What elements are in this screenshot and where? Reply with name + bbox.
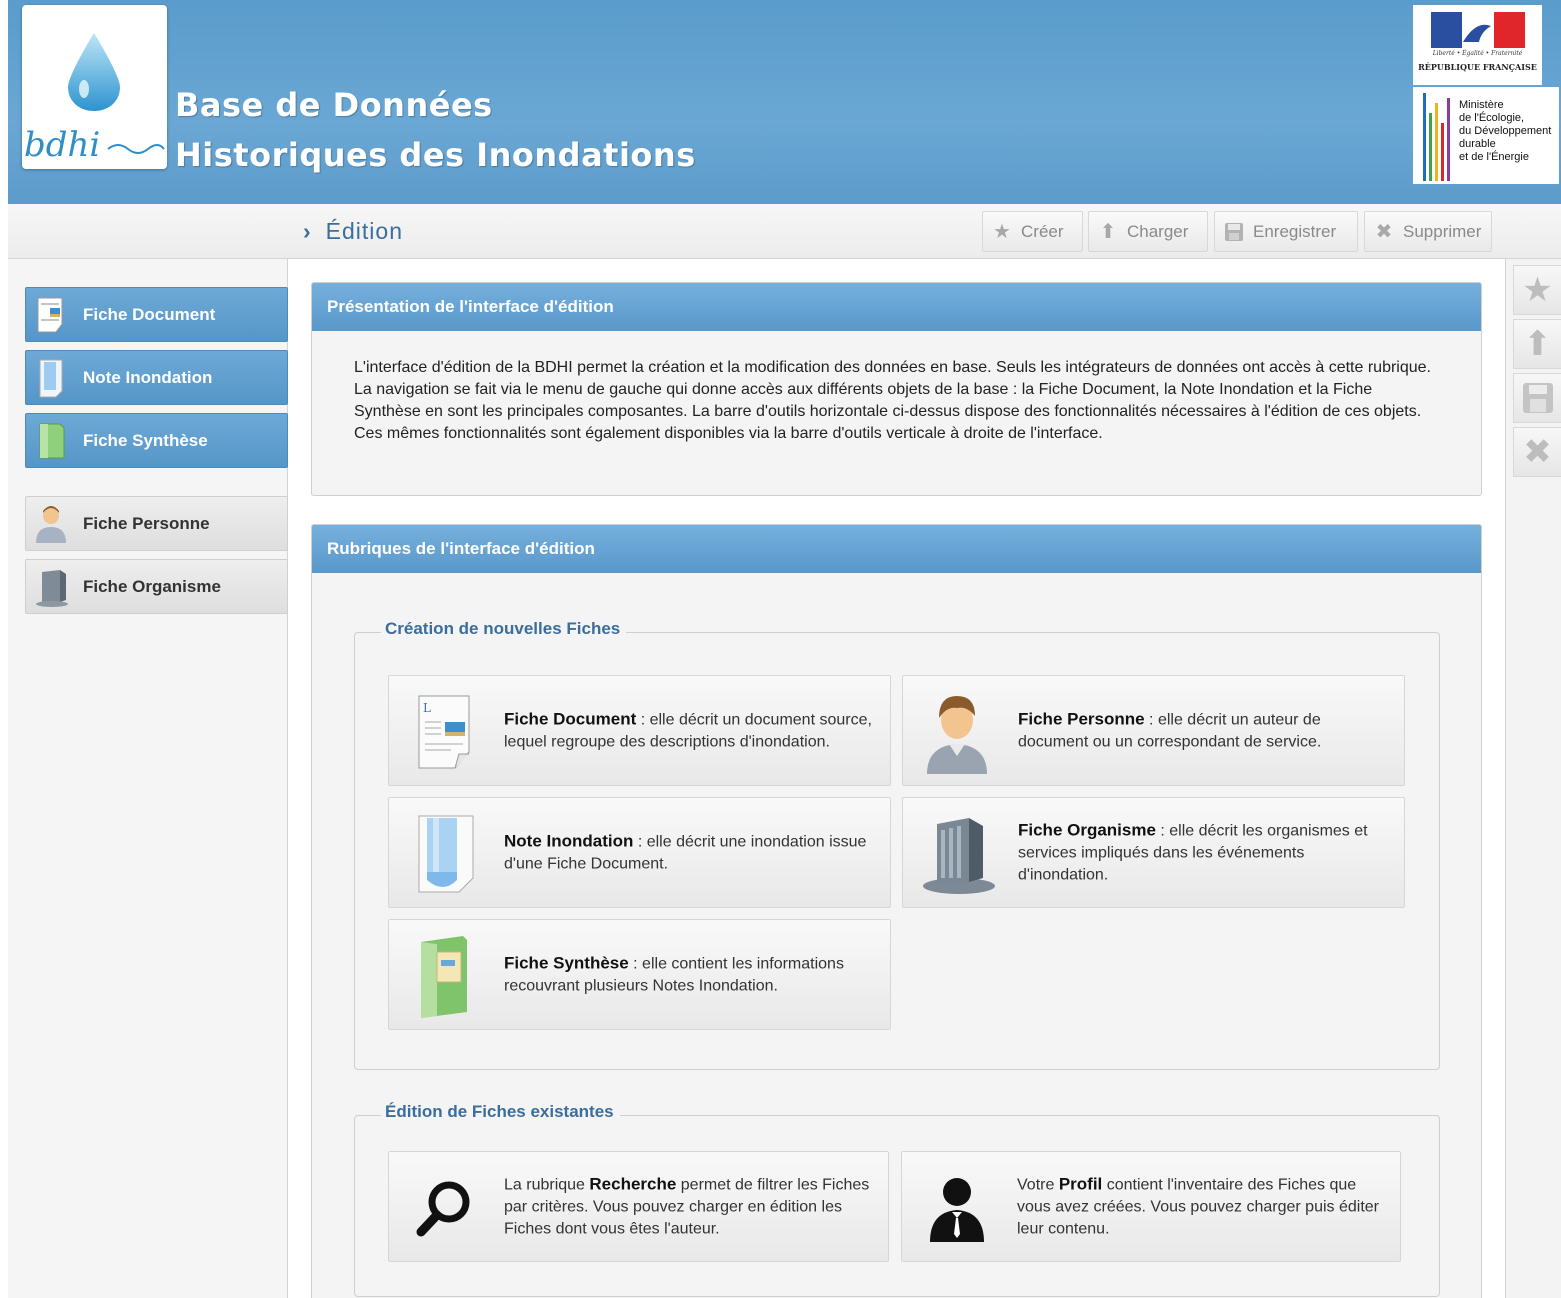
card-fiche-organisme[interactable]: Fiche Organisme : elle décrit les organi… — [902, 797, 1405, 908]
delete-icon: ✖ — [1375, 221, 1393, 243]
republic-motto: Liberté • Égalité • Fraternité — [1432, 50, 1523, 57]
water-drop-icon — [68, 33, 120, 111]
card-text: Fiche Organisme : elle décrit les organi… — [1018, 820, 1368, 883]
sidebar-item-label: Fiche Organisme — [83, 576, 221, 596]
card-fiche-personne[interactable]: Fiche Personne : elle décrit un auteur d… — [902, 675, 1405, 786]
sidebar-item-label: Fiche Personne — [83, 513, 210, 533]
flood-note-icon — [418, 815, 474, 893]
svg-text:L: L — [423, 701, 431, 715]
synthesis-icon — [39, 423, 65, 458]
save-button[interactable]: Enregistrer — [1214, 211, 1358, 252]
vertical-load-button[interactable]: ⬆ — [1513, 319, 1561, 369]
breadcrumb: › Édition — [303, 218, 403, 245]
document-icon — [37, 297, 63, 332]
star-icon: ★ — [1522, 271, 1553, 309]
create-button[interactable]: ★ Créer — [982, 211, 1083, 252]
republic-name: RÉPUBLIQUE FRANÇAISE — [1418, 62, 1537, 72]
rubriques-panel: Rubriques de l'interface d'édition Créat… — [311, 524, 1482, 1298]
card-fiche-synthese[interactable]: Fiche Synthèse : elle contient les infor… — [388, 919, 891, 1030]
sidebar-item-fiche-personne[interactable]: Fiche Personne — [25, 496, 288, 551]
save-icon — [1522, 383, 1553, 413]
card-note-inondation[interactable]: Note Inondation : elle décrit une inonda… — [388, 797, 891, 908]
card-text: Fiche Personne : elle décrit un auteur d… — [1018, 709, 1322, 750]
vertical-delete-button[interactable]: ✖ — [1513, 427, 1561, 477]
presentation-text: L'interface d'édition de la BDHI permet … — [354, 359, 1431, 442]
creation-legend: Création de nouvelles Fiches — [381, 619, 627, 639]
edition-fieldset: Édition de Fiches existantes La rubrique… — [354, 1102, 1440, 1297]
delete-icon: ✖ — [1523, 433, 1552, 471]
profile-icon — [930, 1178, 984, 1242]
flood-note-icon — [39, 359, 63, 397]
building-icon — [923, 818, 995, 894]
republique-francaise-logo: Liberté • Égalité • Fraternité RÉPUBLIQU… — [1413, 5, 1542, 85]
sidebar-item-note-inondation[interactable]: Note Inondation — [25, 350, 288, 405]
sidebar-item-label: Fiche Synthèse — [83, 430, 208, 450]
sidebar-item-fiche-document[interactable]: Fiche Document — [25, 287, 288, 342]
chevron-right-icon: › — [303, 218, 312, 244]
delete-button[interactable]: ✖ Supprimer — [1364, 211, 1492, 252]
site-title-line2: Historiques des Inondations — [175, 136, 696, 174]
vertical-toolbar: ★ ⬆ ✖ — [1505, 259, 1561, 1298]
marianne-flag-icon — [1431, 12, 1525, 48]
rubriques-title: Rubriques de l'interface d'édition — [312, 525, 1481, 573]
save-icon — [1223, 221, 1245, 243]
site-header: bdhi Base de Données Historiques des Ino… — [8, 0, 1561, 204]
card-fiche-document[interactable]: L Fiche Document : elle décrit un docume… — [388, 675, 891, 786]
breadcrumb-label: Édition — [325, 218, 403, 244]
site-title-line1: Base de Données — [175, 86, 493, 124]
card-text: Votre Profil contient l'inventaire des F… — [1017, 1174, 1379, 1237]
wave-icon — [107, 144, 165, 154]
load-button[interactable]: ⬆ Charger — [1088, 211, 1208, 252]
creation-fieldset: Création de nouvelles Fiches L Fiche Doc… — [354, 619, 1440, 1070]
person-icon — [927, 696, 987, 774]
main-content: Présentation de l'interface d'édition L'… — [289, 259, 1505, 1298]
synthesis-icon — [421, 936, 467, 1018]
card-text: Fiche Synthèse : elle contient les infor… — [504, 953, 844, 994]
card-text: Fiche Document : elle décrit un document… — [504, 709, 872, 750]
presentation-panel: Présentation de l'interface d'édition L'… — [311, 282, 1482, 496]
sidebar-item-label: Fiche Document — [83, 304, 216, 324]
document-icon: L — [418, 695, 470, 769]
vertical-save-button[interactable] — [1513, 373, 1561, 423]
card-profil[interactable]: Votre Profil contient l'inventaire des F… — [901, 1151, 1401, 1262]
vertical-create-button[interactable]: ★ — [1513, 265, 1561, 315]
edit-toolbar: › Édition ★ Créer ⬆ Charger Enregistrer ✖ Su… — [8, 204, 1561, 259]
edition-legend: Édition de Fiches existantes — [381, 1102, 620, 1122]
logo-text: bdhi — [24, 125, 101, 165]
ministry-bars-icon — [1421, 93, 1457, 181]
card-text: Note Inondation : elle décrit une inonda… — [504, 831, 867, 872]
card-recherche[interactable]: La rubrique Recherche permet de filtrer … — [388, 1151, 889, 1262]
site-title: Base de Données Historiques des Inondati… — [175, 80, 696, 180]
person-icon — [36, 505, 66, 543]
sidebar-item-label: Note Inondation — [83, 367, 213, 387]
star-icon: ★ — [993, 221, 1011, 243]
presentation-title: Présentation de l'interface d'édition — [312, 283, 1481, 331]
sidebar-item-fiche-synthese[interactable]: Fiche Synthèse — [25, 413, 288, 468]
card-text: La rubrique Recherche permet de filtrer … — [504, 1174, 870, 1237]
ministry-name: Ministère de l'Écologie, du Développemen… — [1459, 99, 1552, 163]
bdhi-logo[interactable]: bdhi — [22, 5, 167, 169]
sidebar: Fiche Document Note Inondation Fiche Syn… — [8, 259, 288, 1298]
ministry-logo: Ministère de l'Écologie, du Développemen… — [1413, 87, 1559, 184]
sidebar-item-fiche-organisme[interactable]: Fiche Organisme — [25, 559, 288, 614]
building-icon — [36, 569, 68, 607]
upload-icon: ⬆ — [1523, 325, 1552, 363]
upload-icon: ⬆ — [1099, 221, 1117, 243]
search-icon — [416, 1181, 470, 1237]
